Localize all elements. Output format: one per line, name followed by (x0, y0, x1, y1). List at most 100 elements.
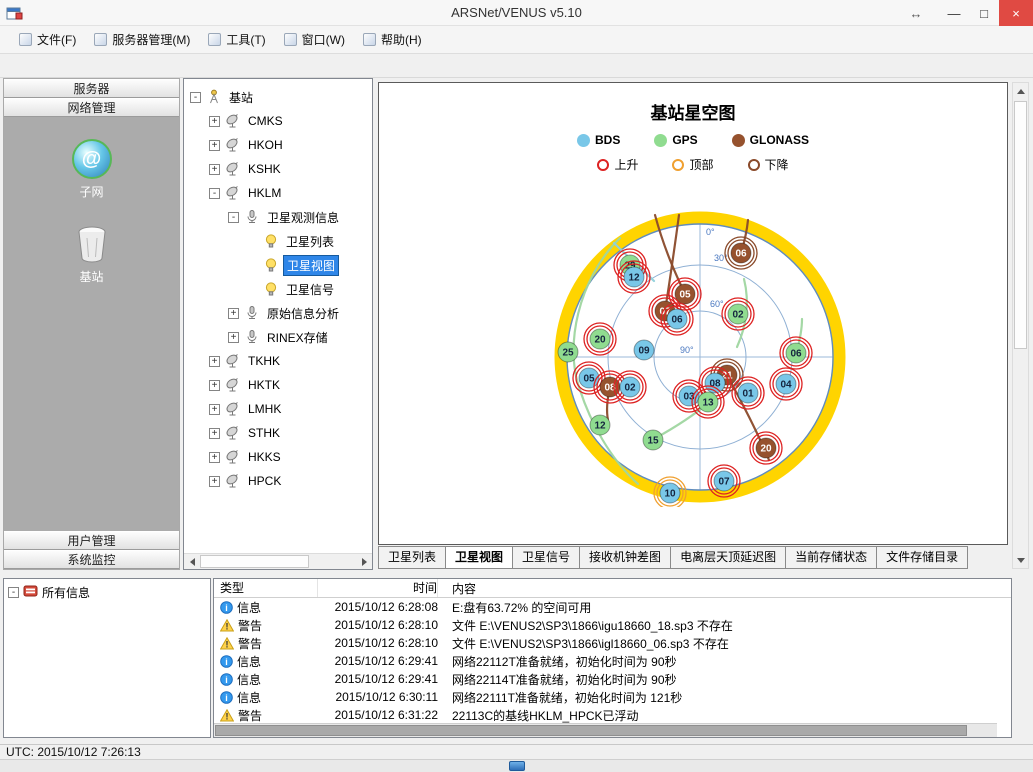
taskbar-app-icon[interactable] (509, 761, 525, 771)
tab-接收机钟差图[interactable]: 接收机钟差图 (579, 546, 671, 569)
menu-item-icon (19, 33, 32, 46)
tree-item-卫星信号[interactable]: 卫星信号 (184, 277, 372, 301)
tree-item-HKTK[interactable]: +HKTK (184, 373, 372, 397)
log-row[interactable]: i信息2015/10/12 6:29:41网络22112T准备就绪，初始化时间为… (214, 652, 1011, 670)
svg-text:02: 02 (624, 383, 636, 394)
tree-item-HPCK[interactable]: +HPCK (184, 469, 372, 493)
warning-icon: ! (220, 619, 234, 632)
message-tree-root[interactable]: - 所有信息 (8, 584, 206, 601)
main-vertical-scrollbar[interactable] (1012, 82, 1029, 569)
tab-文件存储目录[interactable]: 文件存储目录 (876, 546, 968, 569)
log-type-cell: i信息 (214, 653, 318, 670)
tree-item-KSHK[interactable]: +KSHK (184, 157, 372, 181)
tab-卫星信号[interactable]: 卫星信号 (512, 546, 580, 569)
menu-item-文件(F)[interactable]: 文件(F) (10, 27, 85, 52)
scrollbar-thumb[interactable] (1014, 101, 1027, 349)
sidebar-group-系统监控[interactable]: 系统监控 (4, 550, 179, 569)
log-content-cell: 网络22114T准备就绪，初始化时间为 90秒 (438, 671, 1011, 688)
menu-item-label: 服务器管理(M) (112, 31, 190, 48)
tab-当前存储状态[interactable]: 当前存储状态 (785, 546, 877, 569)
menu-item-窗口(W)[interactable]: 窗口(W) (275, 27, 354, 52)
tab-卫星视图[interactable]: 卫星视图 (445, 546, 513, 569)
log-type-cell: i信息 (214, 599, 318, 616)
legend-label: BDS (595, 133, 620, 147)
tree-item-HKKS[interactable]: +HKKS (184, 445, 372, 469)
tab-电离层天顶延迟图[interactable]: 电离层天顶延迟图 (670, 546, 786, 569)
tree-item-TKHK[interactable]: +TKHK (184, 349, 372, 373)
scroll-left-icon[interactable] (184, 554, 200, 570)
tree-item-卫星视图[interactable]: 卫星视图 (184, 253, 372, 277)
tree-item-RINEX存储[interactable]: +RINEX存储 (184, 325, 372, 349)
legend-dot-icon (577, 134, 590, 147)
expand-icon[interactable]: + (209, 116, 220, 127)
tree-item-CMKS[interactable]: +CMKS (184, 109, 372, 133)
tree-item-HKOH[interactable]: +HKOH (184, 133, 372, 157)
log-horizontal-scrollbar[interactable] (214, 723, 997, 737)
scrollbar-thumb[interactable] (215, 725, 967, 736)
menu-item-label: 帮助(H) (381, 31, 422, 48)
expand-icon[interactable]: + (209, 428, 220, 439)
tree-item-卫星观测信息[interactable]: -卫星观测信息 (184, 205, 372, 229)
log-row[interactable]: i信息2015/10/12 6:28:08E:盘有63.72% 的空间可用 (214, 598, 1011, 616)
expand-icon[interactable]: + (209, 404, 220, 415)
legend-label: 顶部 (689, 156, 713, 173)
menu-item-帮助(H)[interactable]: 帮助(H) (354, 27, 431, 52)
expand-icon[interactable]: + (228, 308, 239, 319)
minimize-button[interactable]: — (939, 0, 969, 26)
log-type-cell: i信息 (214, 689, 318, 706)
scrollbar-track[interactable] (1013, 100, 1028, 551)
bulb-icon (262, 257, 279, 273)
expand-icon[interactable]: + (209, 476, 220, 487)
tree-item-基站[interactable]: -基站 (184, 85, 372, 109)
station-tree: -基站+CMKS+HKOH+KSHK-HKLM-卫星观测信息卫星列表卫星视图卫星… (184, 79, 372, 493)
svg-text:06: 06 (790, 349, 802, 360)
tree-item-HKLM[interactable]: -HKLM (184, 181, 372, 205)
tab-卫星列表[interactable]: 卫星列表 (378, 546, 446, 569)
log-column-header: 内容 (438, 580, 1011, 597)
tree-horizontal-scrollbar[interactable] (184, 553, 372, 569)
menu-item-工具(T)[interactable]: 工具(T) (199, 27, 274, 52)
dish-icon (224, 449, 241, 465)
log-type-cell: !警告 (214, 707, 318, 724)
collapse-icon[interactable]: - (228, 212, 239, 223)
scroll-down-icon[interactable] (1013, 552, 1028, 568)
tree-item-LMHK[interactable]: +LMHK (184, 397, 372, 421)
dish-icon (224, 377, 241, 393)
arrange-windows-icon[interactable]: ↔ (893, 0, 939, 26)
expand-icon[interactable]: + (209, 452, 220, 463)
sidebar-group-服务器[interactable]: 服务器 (4, 79, 179, 98)
log-row[interactable]: !警告2015/10/12 6:31:2222113C的基线HKLM_HPCK已… (214, 706, 1011, 724)
scroll-up-icon[interactable] (1013, 83, 1028, 99)
collapse-icon[interactable]: - (209, 188, 220, 199)
tree-item-卫星列表[interactable]: 卫星列表 (184, 229, 372, 253)
expander-collapse-icon[interactable]: - (8, 587, 19, 598)
log-type-cell: !警告 (214, 635, 318, 652)
log-row[interactable]: !警告2015/10/12 6:28:10文件 E:\VENUS2\SP3\18… (214, 634, 1011, 652)
log-row[interactable]: i信息2015/10/12 6:30:11网络22111T准备就绪，初始化时间为… (214, 688, 1011, 706)
tree-item-STHK[interactable]: +STHK (184, 421, 372, 445)
satellite-GPS-12: 12 (590, 415, 610, 435)
expand-icon[interactable]: + (209, 164, 220, 175)
log-row[interactable]: !警告2015/10/12 6:28:10文件 E:\VENUS2\SP3\18… (214, 616, 1011, 634)
log-time-cell: 2015/10/12 6:30:11 (318, 690, 438, 704)
sidebar-group-网络管理[interactable]: 网络管理 (4, 98, 179, 117)
log-row[interactable]: i信息2015/10/12 6:29:41网络22114T准备就绪，初始化时间为… (214, 670, 1011, 688)
close-button[interactable]: × (999, 0, 1033, 26)
scrollbar-thumb[interactable] (200, 555, 309, 568)
log-time-cell: 2015/10/12 6:28:10 (318, 618, 438, 632)
expand-icon[interactable]: + (209, 380, 220, 391)
expand-icon[interactable]: + (209, 140, 220, 151)
expand-icon[interactable]: + (228, 332, 239, 343)
sidebar-group-用户管理[interactable]: 用户管理 (4, 531, 179, 550)
expand-icon[interactable]: + (209, 356, 220, 367)
menu-item-服务器管理(M)[interactable]: 服务器管理(M) (85, 27, 199, 52)
sidebar-shortcut-子网[interactable]: @子网 (72, 139, 112, 200)
mic-icon (243, 329, 260, 345)
tree-item-原始信息分析[interactable]: +原始信息分析 (184, 301, 372, 325)
maximize-button[interactable]: □ (969, 0, 999, 26)
scrollbar-track[interactable] (200, 554, 356, 569)
collapse-icon[interactable]: - (190, 92, 201, 103)
log-type-label: 警告 (238, 617, 262, 634)
sidebar-shortcut-基站[interactable]: 基站 (76, 226, 108, 285)
scroll-right-icon[interactable] (356, 554, 372, 570)
